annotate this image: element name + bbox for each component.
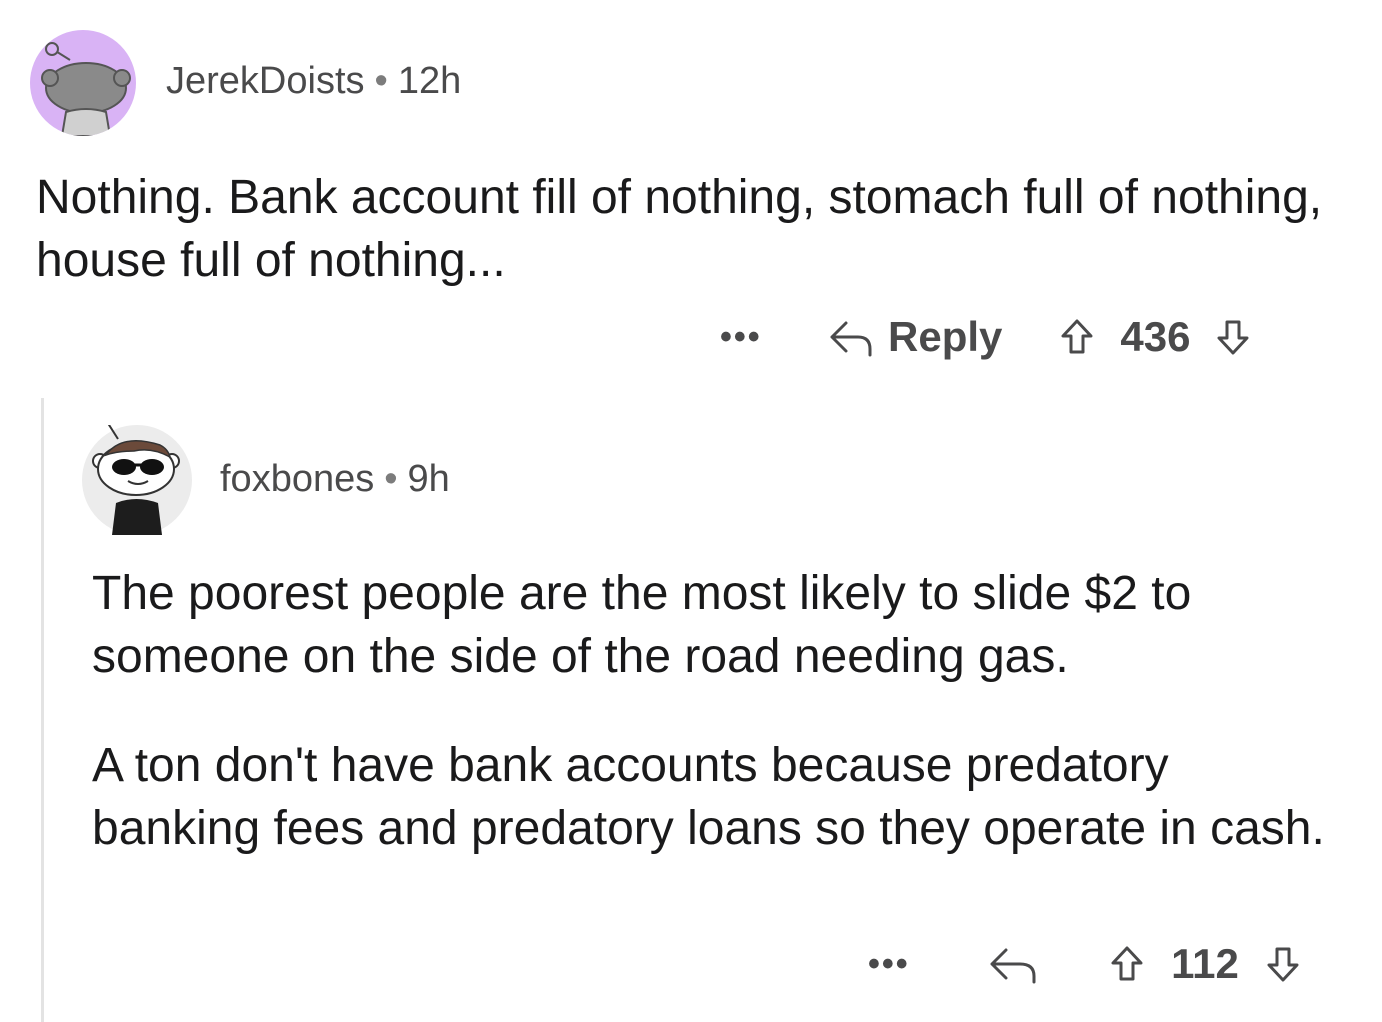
reply-arrow-icon (830, 321, 872, 357)
avatar[interactable] (30, 30, 136, 136)
comment-paragraph: The poorest people are the most likely t… (92, 567, 1192, 683)
more-options-button[interactable]: ••• (720, 318, 800, 357)
vote-controls: 436 (1060, 313, 1250, 361)
timestamp: 9h (407, 458, 450, 500)
vote-count: 436 (1120, 313, 1191, 360)
separator: • (384, 458, 398, 500)
timestamp: 12h (397, 60, 462, 102)
upvote-arrow-icon[interactable] (1060, 318, 1094, 356)
username[interactable]: JerekDoists (166, 60, 365, 102)
downvote-arrow-icon[interactable] (1266, 945, 1300, 983)
comment-body: The poorest people are the most likely t… (92, 562, 1347, 906)
downvote-arrow-icon[interactable] (1216, 318, 1250, 356)
comment-paragraph: A ton don't have bank accounts because p… (92, 739, 1325, 855)
avatar[interactable] (82, 407, 192, 535)
comment-author-line: JerekDoists • 12h (166, 60, 461, 103)
snoo-avatar-icon (41, 42, 131, 136)
comment-actions: ••• Reply 436 (720, 305, 1250, 369)
vote-count: 112 (1171, 940, 1239, 987)
snoo-sunglasses-avatar-icon (92, 407, 180, 535)
reply-label: Reply (888, 313, 1003, 360)
comment-actions: ••• 112 (868, 932, 1300, 996)
comment-text: Nothing. Bank account fill of nothing, s… (36, 171, 1323, 287)
reply-button[interactable] (988, 944, 1052, 984)
thread-line[interactable] (41, 398, 44, 1022)
upvote-arrow-icon[interactable] (1110, 945, 1144, 983)
separator: • (374, 60, 388, 102)
reply-button[interactable]: Reply (828, 313, 1002, 361)
more-options-button[interactable]: ••• (868, 945, 948, 984)
comment-body: Nothing. Bank account fill of nothing, s… (36, 166, 1346, 292)
comment-author-line: foxbones • 9h (220, 458, 450, 501)
username[interactable]: foxbones (220, 458, 374, 500)
vote-controls: 112 (1110, 940, 1300, 988)
reply-arrow-icon (990, 948, 1036, 984)
